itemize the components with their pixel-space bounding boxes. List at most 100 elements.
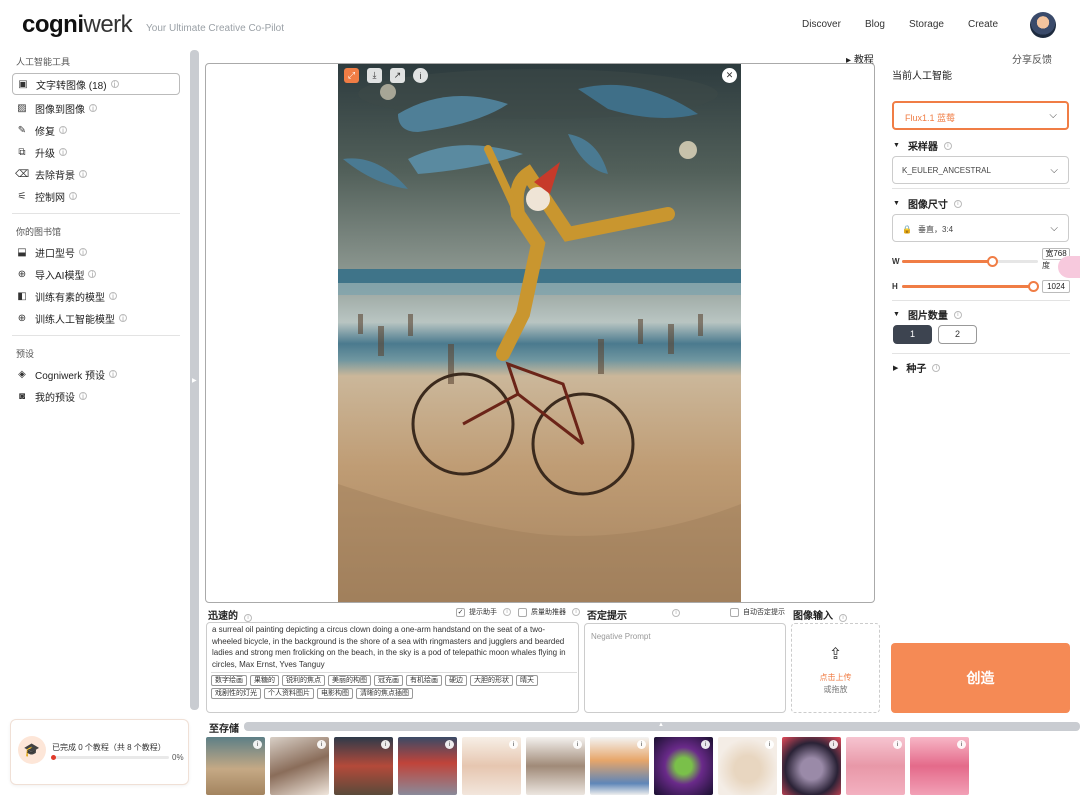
expand-icon[interactable]: ⤢ <box>344 68 359 83</box>
storage-thumbnail[interactable]: i <box>270 737 329 795</box>
style-chip[interactable]: 美丽的构图 <box>328 675 371 686</box>
sidebar-item-remove-bg[interactable]: ⌫ 去除背景 i <box>0 163 192 185</box>
storage-thumbnail[interactable]: i <box>462 737 521 795</box>
style-chip[interactable]: 锐利的焦点 <box>282 675 325 686</box>
width-slider-label: W <box>892 257 900 266</box>
storage-thumbnail[interactable]: i <box>782 737 841 795</box>
style-chip[interactable]: 数字绘画 <box>211 675 247 686</box>
checkbox-icon[interactable] <box>518 607 527 617</box>
sidebar-item-text-to-image[interactable]: ▣ 文字转图像 (18) i <box>12 73 180 95</box>
style-chip[interactable]: 果糖的 <box>250 675 279 686</box>
sidebar-item-trained-models[interactable]: ◧ 训练有素的模型 i <box>0 285 192 307</box>
height-slider-thumb[interactable] <box>1028 281 1039 292</box>
chevron-up-icon[interactable]: ▲ <box>658 722 664 728</box>
prompt-input[interactable]: a surreal oil painting depicting a circu… <box>206 622 579 713</box>
storage-thumbnail[interactable]: i <box>654 737 713 795</box>
image-upload-dropzone[interactable]: ⇪ 点击上传 或拖放 <box>791 623 880 713</box>
style-chip[interactable]: 冠充画 <box>374 675 403 686</box>
sidebar-item-controlnet[interactable]: ⚟ 控制网 i <box>0 185 192 207</box>
sidebar-item-train-ai-model[interactable]: ⊕ 训练人工智能模型 i <box>0 307 192 329</box>
download-icon[interactable]: ⤓ <box>367 68 382 83</box>
nav-storage[interactable]: Storage <box>909 19 944 30</box>
sidebar-item-upscale[interactable]: ⧉ 升级 i <box>0 141 192 163</box>
width-slider-thumb[interactable] <box>987 256 998 267</box>
storage-thumbnail[interactable]: i <box>590 737 649 795</box>
info-icon[interactable]: i <box>69 192 77 201</box>
info-icon[interactable]: i <box>79 392 87 401</box>
floating-assistant[interactable] <box>1058 256 1080 278</box>
style-chip[interactable]: 硬边 <box>445 675 467 686</box>
image-illustration <box>338 69 741 602</box>
feedback-link[interactable]: 分享反馈 <box>1012 51 1052 66</box>
style-chip[interactable]: 电影构图 <box>317 688 353 699</box>
negative-prompt-input[interactable]: Negative Prompt <box>584 623 786 713</box>
lock-icon[interactable]: 🔒 <box>902 225 912 234</box>
sidebar-item-import-model[interactable]: ⬓ 进口型号 i <box>0 241 192 263</box>
storage-thumbnail[interactable]: i <box>846 737 905 795</box>
tutorial-progress-card[interactable]: 🎓 已完成 0 个教程（共 8 个教程） 0% <box>10 719 189 785</box>
create-button[interactable]: 创造 <box>891 643 1070 713</box>
upload-click-text[interactable]: 点击上传 <box>792 672 879 683</box>
info-icon[interactable]: i <box>109 292 117 301</box>
prompt-assist-toggle[interactable]: ✓ 提示助手 i <box>456 607 511 617</box>
storage-thumbnail[interactable]: i <box>526 737 585 795</box>
style-chip[interactable]: 戏剧性的灯光 <box>211 688 261 699</box>
chevron-right-icon[interactable]: ▶ <box>192 377 197 384</box>
storage-thumbnail[interactable]: i <box>334 737 393 795</box>
info-icon[interactable]: i <box>119 314 127 323</box>
info-icon[interactable]: i <box>79 248 87 257</box>
seed-section-header[interactable]: ▶ 种子 i <box>893 360 941 375</box>
info-icon[interactable]: i <box>672 609 680 617</box>
prompt-text[interactable]: a surreal oil painting depicting a circu… <box>212 624 574 670</box>
sidebar-item-my-presets[interactable]: ◙ 我的预设 i <box>0 385 192 407</box>
auto-negative-toggle[interactable]: 自动否定提示 <box>730 607 785 617</box>
width-slider[interactable] <box>902 256 1038 267</box>
storage-thumbnail[interactable]: i <box>398 737 457 795</box>
info-icon[interactable]: i <box>79 170 87 179</box>
close-icon[interactable]: ✕ <box>722 68 737 83</box>
generated-image[interactable] <box>338 64 741 602</box>
count-option-1[interactable]: 1 <box>893 325 932 344</box>
info-icon: i <box>637 740 646 749</box>
share-icon[interactable]: ↗ <box>390 68 405 83</box>
style-chip[interactable]: 个人资料图片 <box>264 688 314 699</box>
checkbox-checked-icon[interactable]: ✓ <box>456 607 465 617</box>
image-size-section-header[interactable]: ▼ 图像尺寸 i <box>893 196 962 211</box>
info-icon[interactable]: i <box>88 270 97 279</box>
checkbox-icon[interactable] <box>730 607 739 617</box>
image-input-label: 图像输入 i <box>793 607 847 622</box>
current-model-label: 当前人工智能 <box>892 71 952 82</box>
height-value[interactable]: 1024 <box>1042 280 1070 293</box>
nav-create[interactable]: Create <box>968 19 998 30</box>
quality-booster-toggle[interactable]: 质量助推器 i <box>518 607 580 617</box>
storage-thumbnail[interactable]: i <box>910 737 969 795</box>
storage-thumbnail[interactable]: i <box>718 737 777 795</box>
info-icon[interactable]: i <box>59 148 67 157</box>
logo[interactable]: cogniwerk <box>22 11 133 39</box>
sidebar-item-inpaint[interactable]: ✎ 修复 i <box>0 119 192 141</box>
avatar[interactable] <box>1030 12 1056 38</box>
info-icon[interactable]: i <box>89 104 97 113</box>
image-count-section-header[interactable]: ▼ 图片数量 i <box>893 307 962 322</box>
nav-blog[interactable]: Blog <box>865 19 885 30</box>
style-chip[interactable]: 晴天 <box>516 675 538 686</box>
info-icon[interactable]: i <box>109 370 118 379</box>
sampler-select[interactable]: K_EULER_ANCESTRAL ⌵ <box>892 156 1069 184</box>
style-chip[interactable]: 大胆的形状 <box>470 675 513 686</box>
sampler-section-header[interactable]: ▼ 采样器 i <box>893 138 952 153</box>
info-icon[interactable]: i <box>413 68 428 83</box>
text-to-image-icon: ▣ <box>18 78 28 90</box>
style-chip[interactable]: 清晰的焦点插图 <box>356 688 413 699</box>
sidebar-item-import-ai-model[interactable]: ⊕ 导入AI模型 i <box>0 263 192 285</box>
sidebar-item-image-to-image[interactable]: ▨ 图像到图像 i <box>0 97 192 119</box>
sidebar-item-cogniwerk-presets[interactable]: ◈ Cogniwerk 预设 i <box>0 363 192 385</box>
info-icon[interactable]: i <box>110 80 119 89</box>
nav-discover[interactable]: Discover <box>802 19 841 30</box>
height-slider[interactable] <box>902 281 1039 292</box>
count-option-2[interactable]: 2 <box>938 325 977 344</box>
info-icon[interactable]: i <box>59 126 67 135</box>
storage-thumbnail[interactable]: i <box>206 737 265 795</box>
style-chip[interactable]: 有机绘画 <box>406 675 442 686</box>
model-select[interactable]: Flux1.1 蓝莓 ⌵ <box>892 101 1069 130</box>
image-size-select[interactable]: 🔒 垂直，3:4 ⌵ <box>892 214 1069 242</box>
